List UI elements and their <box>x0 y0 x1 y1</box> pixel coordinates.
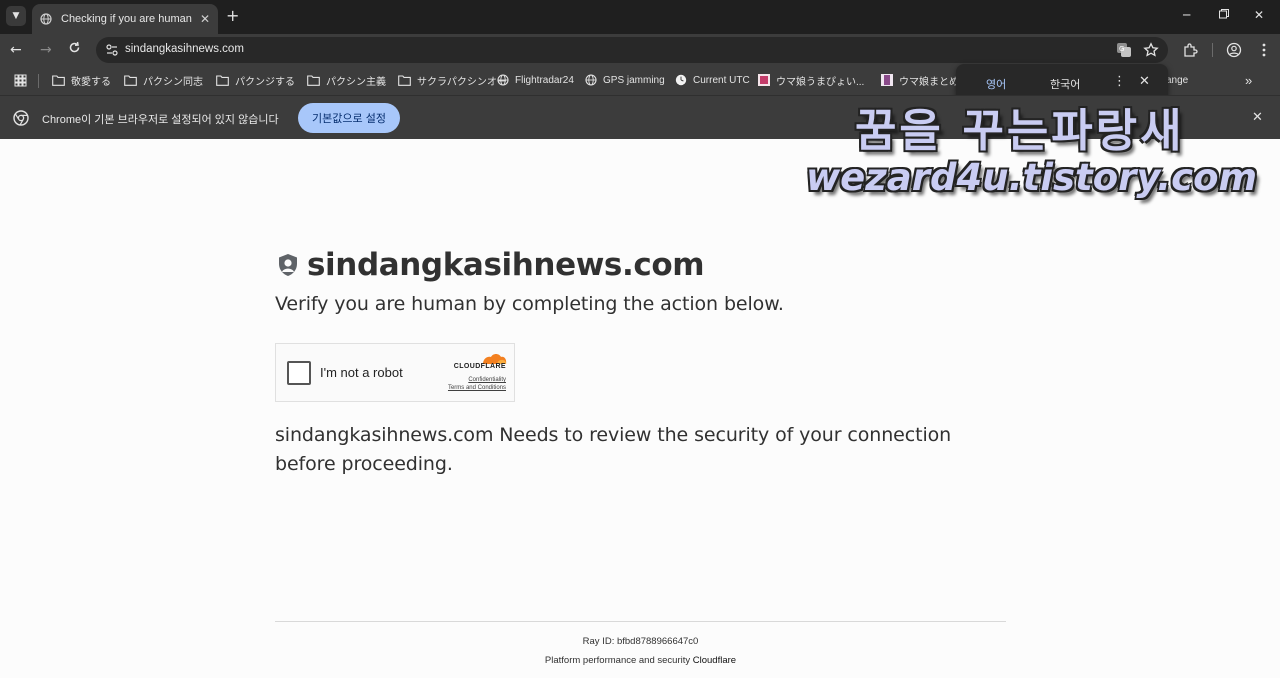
bookmark-label: 敬愛する <box>71 76 111 88</box>
bookmark-folder-0[interactable]: 敬愛する <box>52 72 111 88</box>
bookmark-label: サクラパクシンオー <box>417 76 507 88</box>
folder-icon <box>307 74 320 86</box>
forward-button[interactable]: → <box>40 41 52 59</box>
bookmark-link-8[interactable]: ウマ娘うまぴょい... <box>757 72 864 88</box>
chrome-logo-icon <box>13 110 29 126</box>
bookmark-label: ange <box>1166 74 1189 86</box>
footer-platform-text: Platform performance and security <box>544 655 693 666</box>
globe-icon <box>496 74 509 86</box>
footer-platform-line: Platform performance and security Cloudf… <box>275 655 1006 666</box>
toolbar-divider <box>1212 43 1213 57</box>
footer-divider <box>275 621 1006 622</box>
folder-icon <box>398 74 411 86</box>
bookmarks-overflow-icon[interactable]: » <box>1245 72 1252 88</box>
bookmark-label: Flightradar24 <box>515 74 574 86</box>
site-favicon <box>757 74 770 86</box>
bookmark-folder-4[interactable]: サクラパクシンオー <box>398 72 507 88</box>
bookmark-label: パクシン同志 <box>143 76 203 88</box>
reload-button[interactable] <box>68 41 81 59</box>
minimize-icon[interactable]: ─ <box>1183 8 1190 22</box>
close-icon[interactable]: ✕ <box>1139 75 1150 89</box>
folder-icon <box>216 74 229 86</box>
verify-instructions: Verify you are human by completing the a… <box>275 293 784 315</box>
url-text: sindangkasihnews.com <box>125 43 244 55</box>
bookmark-link-10[interactable]: ange <box>1166 72 1188 88</box>
clock-icon <box>674 74 687 86</box>
ray-id: Ray ID: bfbd8788966647c0 <box>582 636 699 647</box>
bookmark-link-5[interactable]: Flightradar24 <box>496 72 574 88</box>
new-tab-button[interactable]: + <box>226 7 239 25</box>
security-review-message: sindangkasihnews.com Needs to review the… <box>275 424 952 475</box>
tab-strip: ▼ Checking if you are human ✕ + ─ ✕ <box>0 0 1280 34</box>
bookmark-label: パクシン主義 <box>326 76 386 88</box>
watermark-url: wezard4u.tistory.com <box>806 156 1258 199</box>
close-window-icon[interactable]: ✕ <box>1254 8 1264 22</box>
shield-icon <box>275 252 301 278</box>
cloudflare-wordmark: CLOUDFLARE <box>453 363 506 370</box>
set-default-button[interactable]: 기본값으로 설정 <box>298 103 400 133</box>
bookmark-label: パクンジする <box>235 76 295 88</box>
bookmark-folder-3[interactable]: パクシン主義 <box>307 72 386 88</box>
globe-icon <box>584 74 597 86</box>
tab-search-button[interactable]: ▼ <box>6 6 26 26</box>
bookmark-label: Current UTC <box>693 74 750 86</box>
toolbar: ← → sindangkasihnews.com G <box>0 34 1280 66</box>
globe-icon <box>40 13 52 25</box>
bookmark-link-6[interactable]: GPS jamming <box>584 72 665 88</box>
restore-icon[interactable] <box>1218 8 1230 23</box>
translate-icon[interactable]: G <box>1116 42 1132 58</box>
bookmark-link-9[interactable]: ウマ娘まとめ <box>880 72 959 88</box>
terms-link[interactable]: Terms and Conditions <box>448 385 506 391</box>
chevron-down-icon: ▼ <box>12 11 20 21</box>
bookmark-label: GPS jamming <box>603 74 665 86</box>
bookmark-link-7[interactable]: Current UTC <box>674 72 750 88</box>
extensions-icon[interactable] <box>1182 42 1198 58</box>
bookmarks-divider <box>38 74 39 88</box>
site-info-icon[interactable] <box>104 42 120 58</box>
bookmark-label: ウマ娘まとめ <box>899 76 959 88</box>
human-verification-checkbox[interactable] <box>287 361 311 385</box>
close-tab-icon[interactable]: ✕ <box>200 11 210 27</box>
folder-icon <box>124 74 137 86</box>
bookmark-folder-2[interactable]: パクンジする <box>216 72 295 88</box>
kebab-menu-icon[interactable] <box>1256 42 1272 58</box>
infobar-message: Chrome이 기본 브라우저로 설정되어 있지 않습니다 <box>42 114 279 126</box>
site-favicon <box>880 74 893 86</box>
watermark-title: 꿈을 꾸는파랑새 <box>855 104 1185 157</box>
address-bar[interactable]: sindangkasihnews.com G <box>96 37 1168 63</box>
cloudflare-link[interactable]: Cloudflare <box>693 655 736 666</box>
apps-grid-icon[interactable] <box>14 72 27 88</box>
bookmark-folder-1[interactable]: パクシン同志 <box>124 72 203 88</box>
page-title: sindangkasihnews.com <box>307 247 705 283</box>
checkbox-label: I'm not a robot <box>320 365 403 380</box>
tab-title: Checking if you are human <box>61 13 192 25</box>
close-icon[interactable]: ✕ <box>1252 110 1263 126</box>
back-button[interactable]: ← <box>10 41 22 59</box>
svg-text:G: G <box>1119 45 1124 53</box>
privacy-link[interactable]: Confidentiality <box>468 377 506 383</box>
page-content: sindangkasihnews.com Verify you are huma… <box>0 139 1280 678</box>
bookmark-label: ウマ娘うまぴょい... <box>776 76 865 88</box>
bookmark-star-icon[interactable] <box>1143 42 1159 58</box>
tab-source-language[interactable]: 영어 <box>986 76 1006 92</box>
profile-icon[interactable] <box>1226 42 1242 58</box>
active-tab[interactable]: Checking if you are human ✕ <box>32 4 218 34</box>
tab-target-language[interactable]: 한국어 <box>1050 76 1080 92</box>
translate-options-icon[interactable]: ⋮ <box>1113 75 1126 89</box>
folder-icon <box>52 74 65 86</box>
cloudflare-challenge-widget: I'm not a robot CLOUDFLARE Confidentiali… <box>275 343 515 402</box>
